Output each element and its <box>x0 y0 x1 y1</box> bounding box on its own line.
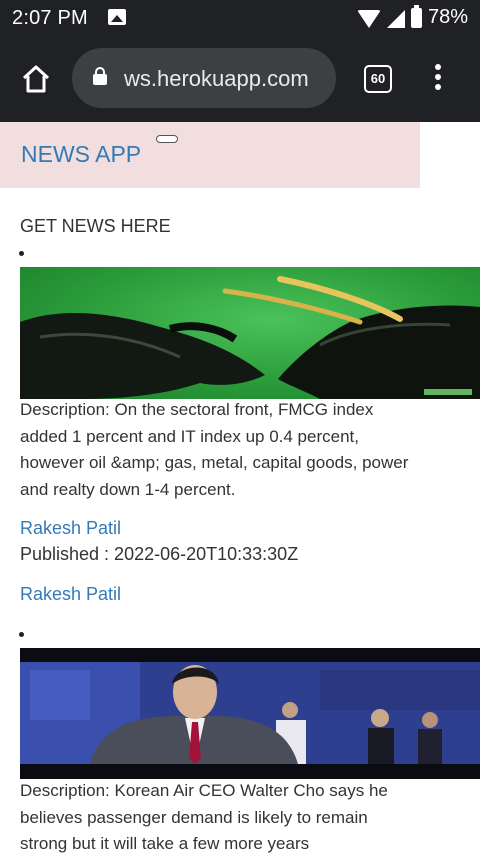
wifi-icon <box>356 9 381 28</box>
overflow-menu-icon[interactable] <box>430 64 446 94</box>
app-navbar: NEWS APP <box>0 122 420 188</box>
lock-icon[interactable] <box>93 67 107 85</box>
page-heading: GET NEWS HERE <box>20 216 171 236</box>
browser-toolbar: ws.herokuapp.com 60 <box>0 36 480 122</box>
home-icon[interactable] <box>20 63 52 95</box>
battery-level: 78% <box>427 6 468 28</box>
list-bullet <box>19 251 24 256</box>
cell-signal-icon <box>386 9 405 28</box>
article-image-bulls <box>20 267 480 399</box>
url-text[interactable]: ws.herokuapp.com <box>124 66 309 92</box>
navbar-brand[interactable]: NEWS APP <box>21 141 141 168</box>
article-description: Description: On the sectoral front, FMCG… <box>20 400 409 499</box>
article-description: Description: Korean Air CEO Walter Cho s… <box>20 781 388 853</box>
bull-illustration <box>20 276 480 399</box>
battery-icon <box>410 5 422 28</box>
image-notification-icon <box>108 9 126 25</box>
article-image-interview <box>20 648 480 779</box>
status-time: 2:07 PM <box>12 7 88 29</box>
list-bullet <box>19 632 24 637</box>
address-bar[interactable]: ws.herokuapp.com <box>72 48 336 108</box>
status-icons: 78% <box>356 5 468 29</box>
article-author-link[interactable]: Rakesh Patil <box>20 584 121 605</box>
navbar-toggle-button[interactable] <box>156 135 178 143</box>
status-bar: 2:07 PM 78% <box>0 0 480 36</box>
interview-illustration <box>20 662 480 779</box>
article-author-link[interactable]: Rakesh Patil <box>20 518 121 539</box>
tab-switcher-icon[interactable]: 60 <box>364 65 392 93</box>
article-published-date: Published : 2022-06-20T10:33:30Z <box>20 544 299 564</box>
